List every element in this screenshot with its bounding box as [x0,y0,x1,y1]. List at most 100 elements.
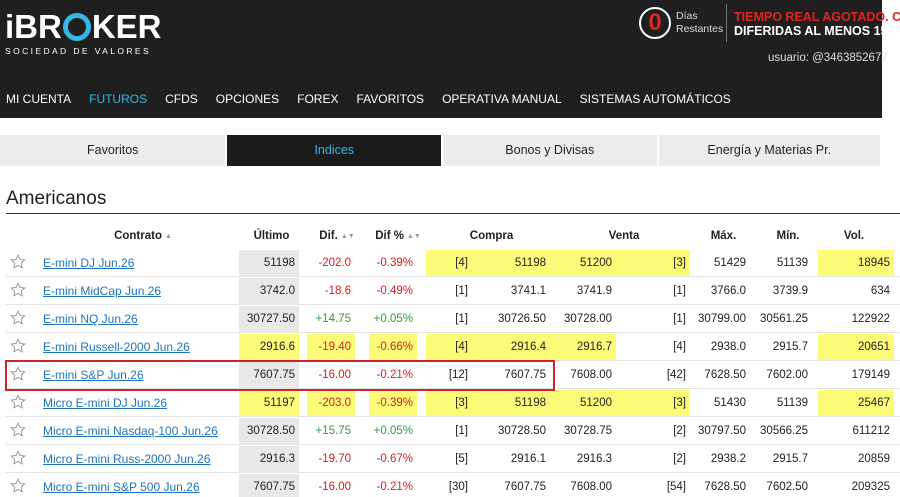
cell-last: 30727.50 [239,306,299,332]
col-difp[interactable]: Dif % ▲▼ [369,224,427,249]
cell-ask[interactable]: 2916.7 [550,334,616,360]
tab-favoritos[interactable]: Favoritos [0,135,226,166]
nav-item-favoritos[interactable]: FAVORITOS [350,85,430,113]
tab-energ-a-y-materias-pr-[interactable]: Energía y Materias Pr. [658,135,881,166]
cell-difp: -0.21% [376,369,413,381]
cell-max: 7628.50 [704,481,746,493]
cell-max: 3766.0 [710,285,746,297]
cell-ask[interactable]: 3741.9 [550,278,616,304]
col-dif[interactable]: Dif. ▲▼ [307,224,367,249]
cell-difp: -0.39% [376,257,413,269]
col-ultimo[interactable]: Último [239,224,304,249]
contract-link[interactable]: E-mini NQ Jun.26 [43,306,138,332]
cell-vol: 122922 [851,313,890,325]
table-row[interactable]: Micro E-mini Nasdaq-100 Jun.26 30728.50 +1… [6,417,900,445]
col-contrato[interactable]: Contrato ▲ [58,224,228,249]
col-min[interactable]: Mín. [758,224,818,249]
table-row[interactable]: Micro E-mini Russ-2000 Jun.26 2916.3 -19.7… [6,445,900,473]
contract-link[interactable]: Micro E-mini S&P 500 Jun.26 [43,474,200,497]
logo-text-2: KER [91,8,162,45]
ibroker-logo[interactable]: iBR KER SOCIEDAD DE VALORES [5,8,162,57]
favorite-star-icon[interactable] [10,422,26,438]
tab-bonos-y-divisas[interactable]: Bonos y Divisas [443,135,657,166]
cell-bid[interactable]: 7607.75 [472,362,550,388]
favorite-star-icon[interactable] [10,310,26,326]
days-count: 0 [648,9,662,36]
cell-max: 30799.00 [698,313,746,325]
contract-link[interactable]: Micro E-mini DJ Jun.26 [43,390,167,416]
cell-min: 3739.9 [772,285,808,297]
cell-vol: 20859 [858,453,890,465]
favorite-star-icon[interactable] [10,282,26,298]
col-vol[interactable]: Vol. [824,224,884,249]
table-row[interactable]: E-mini DJ Jun.26 51198 -202.0 -0.39% [4] 5119… [6,249,900,277]
favorite-star-icon[interactable] [10,338,26,354]
cell-bid-qty: [1] [455,313,468,325]
nav-item-mi-cuenta[interactable]: MI CUENTA [0,85,77,113]
contract-link[interactable]: E-mini S&P Jun.26 [43,362,144,388]
cell-ask[interactable]: 30728.00 [550,306,616,332]
nav-item-cfds[interactable]: CFDS [159,85,204,113]
nav-item-forex[interactable]: FOREX [291,85,344,113]
contract-link[interactable]: Micro E-mini Nasdaq-100 Jun.26 [43,418,218,444]
nav-item-sistemas-autom-ticos[interactable]: SISTEMAS AUTOMÁTICOS [574,85,737,113]
cell-ask[interactable]: 2916.3 [550,446,616,472]
col-venta[interactable]: Venta [584,224,664,249]
nav-item-futuros[interactable]: FUTUROS [83,85,153,113]
favorite-star-icon[interactable] [10,450,26,466]
realtime-warning: TIEMPO REAL AGOTADO. C [734,10,900,24]
cell-bid[interactable]: 7607.75 [472,474,550,497]
cell-bid[interactable]: 51198 [472,390,550,416]
cell-dif: -203.0 [307,390,355,416]
days-label: Días Restantes [676,10,723,36]
cell-max: 2938.0 [710,341,746,353]
contract-link[interactable]: E-mini MidCap Jun.26 [43,278,161,304]
contract-link[interactable]: Micro E-mini Russ-2000 Jun.26 [43,446,210,472]
tab-indices[interactable]: Indices [227,135,441,166]
table-row[interactable]: E-mini Russell-2000 Jun.26 2916.6 -19.40 -0… [6,333,900,361]
col-max[interactable]: Máx. [696,224,751,249]
contract-link[interactable]: E-mini DJ Jun.26 [43,250,134,276]
cell-bid[interactable]: 51198 [472,250,550,276]
nav-item-operativa-manual[interactable]: OPERATIVA MANUAL [436,85,568,113]
favorite-star-icon[interactable] [10,394,26,410]
cell-min: 7602.50 [766,481,808,493]
cell-max: 2938.2 [710,453,746,465]
table-row[interactable]: Micro E-mini S&P 500 Jun.26 7607.75 -16.00… [6,473,900,497]
table-row[interactable]: E-mini MidCap Jun.26 3742.0 -18.6 -0.49% [1]… [6,277,900,305]
col-contrato-label: Contrato [114,230,162,242]
table-body: E-mini DJ Jun.26 51198 -202.0 -0.39% [4] 5119… [6,249,900,497]
cell-bid[interactable]: 3741.1 [472,278,550,304]
cell-ask[interactable]: 30728.75 [550,418,616,444]
cell-min: 51139 [776,257,808,269]
cell-dif: +14.75 [315,313,352,325]
favorite-star-icon[interactable] [10,478,26,494]
cell-bid[interactable]: 2916.4 [472,334,550,360]
header-separator [726,4,727,42]
table-row-selected[interactable]: E-mini S&P Jun.26 7607.75 -16.00 -0.21% [12]… [6,361,900,389]
cell-vol: 18945 [818,250,894,276]
nav-item-opciones[interactable]: OPCIONES [210,85,285,113]
cell-min: 2915.7 [772,453,808,465]
cell-ask[interactable]: 7608.00 [550,474,616,497]
cell-ask[interactable]: 7608.00 [550,362,616,388]
cell-vol: 20651 [818,334,894,360]
cell-bid[interactable]: 30726.50 [472,306,550,332]
cell-bid[interactable]: 30728.50 [472,418,550,444]
favorite-star-icon[interactable] [10,254,26,270]
cell-difp: -0.66% [369,334,417,360]
col-venta-label: Venta [608,230,640,242]
cell-bid-qty: [1] [455,285,468,297]
section-title: Americanos [6,188,107,209]
cell-ask[interactable]: 51200 [550,250,616,276]
cell-dif: -16.00 [318,481,351,493]
table-row[interactable]: E-mini NQ Jun.26 30727.50 +14.75 +0.05% [1] 3… [6,305,900,333]
cell-bid[interactable]: 2916.1 [472,446,550,472]
contract-link[interactable]: E-mini Russell-2000 Jun.26 [43,334,190,360]
cell-ask[interactable]: 51200 [550,390,616,416]
logo-subtitle: SOCIEDAD DE VALORES [5,46,152,56]
col-compra[interactable]: Compra [444,224,539,249]
favorite-star-icon[interactable] [10,366,26,382]
table-row[interactable]: Micro E-mini DJ Jun.26 51197 -203.0 -0.39% [… [6,389,900,417]
cell-dif: -16.00 [318,369,351,381]
